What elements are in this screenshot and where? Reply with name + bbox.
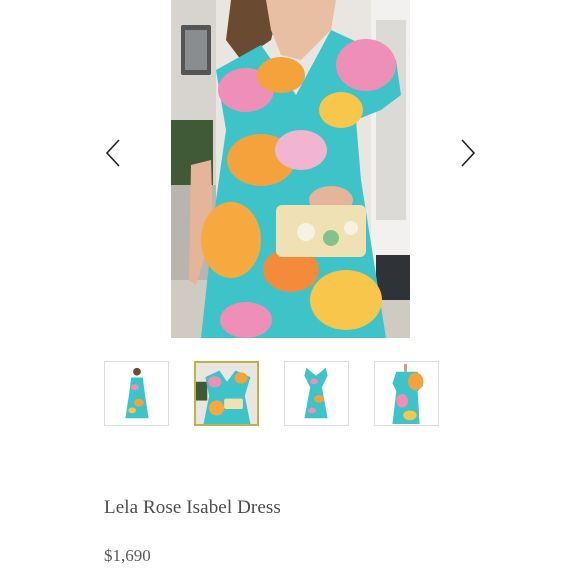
dress-full-length-thumbnail [105, 362, 168, 425]
thumbnail-1[interactable] [104, 361, 169, 426]
thumbnail-2[interactable] [194, 361, 259, 426]
product-price: $1,690 [104, 546, 151, 565]
thumbnail-3[interactable] [284, 361, 349, 426]
dress-flat-lay-thumbnail [285, 362, 348, 425]
dress-mannequin-side-thumbnail [375, 362, 438, 425]
dress-detail-thumbnail [196, 363, 257, 424]
thumbnail-strip [104, 361, 444, 429]
chevron-right-icon [461, 139, 476, 167]
product-page: Lela Rose Isabel Dress $1,690 [0, 0, 580, 580]
previous-image-button[interactable] [101, 136, 125, 170]
chevron-left-icon [105, 139, 120, 167]
dress-photo [171, 0, 410, 338]
next-image-button[interactable] [456, 136, 480, 170]
product-title: Lela Rose Isabel Dress [104, 497, 281, 518]
thumbnail-4[interactable] [374, 361, 439, 426]
product-main-image[interactable] [171, 0, 410, 338]
